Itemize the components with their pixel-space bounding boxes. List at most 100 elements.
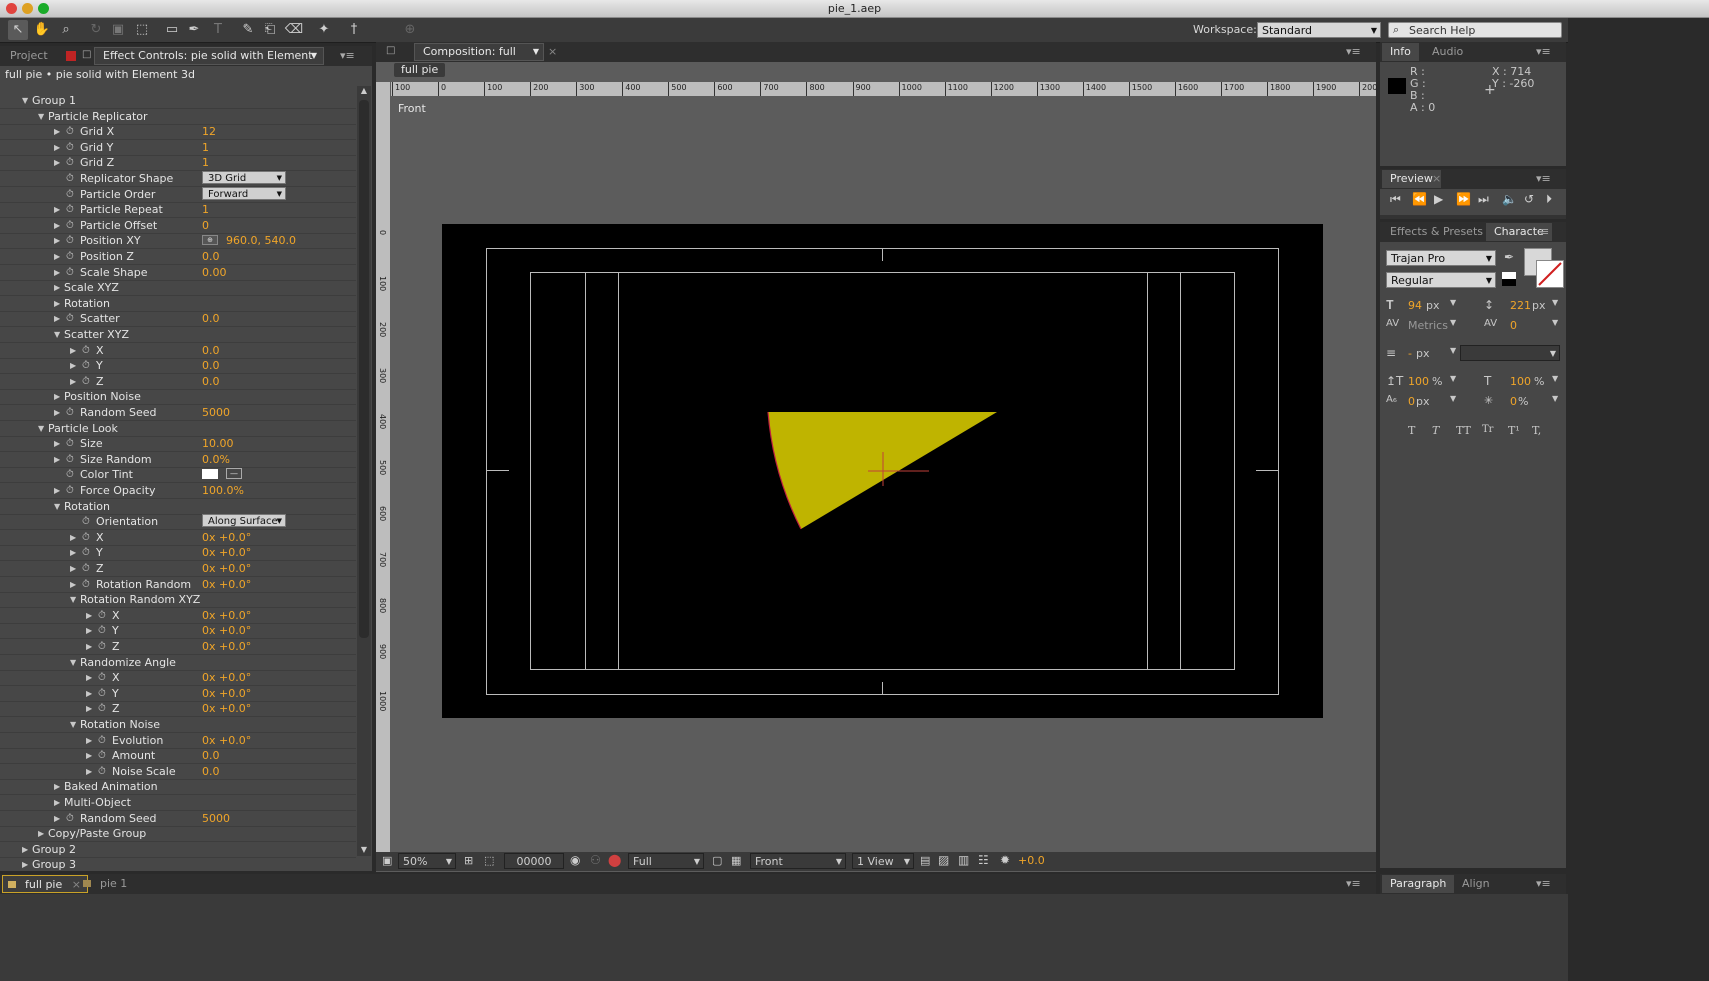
chevron-down-icon[interactable]: ▼ (1552, 394, 1558, 403)
property-value[interactable]: 1 (202, 202, 209, 217)
panel-menu-icon[interactable]: ▾≡ (340, 49, 355, 62)
property-value[interactable]: 0x +0.0° (202, 701, 251, 716)
lock-icon[interactable]: □ (82, 49, 91, 60)
tracking-value[interactable]: 0 (1510, 319, 1517, 332)
property-value[interactable]: 0.00 (202, 265, 227, 280)
property-value[interactable]: 0.0 (202, 249, 220, 264)
close-tab-icon[interactable]: × (548, 45, 557, 58)
property-dropdown[interactable]: Along Surface ▼ (202, 514, 286, 528)
tab-audio[interactable]: Audio (1424, 43, 1471, 61)
effect-property-row[interactable]: ▶ ⏱ X 0x +0.0° (0, 608, 356, 624)
disclosure-closed-icon[interactable]: ▶ (70, 343, 76, 358)
resolution-dropdown[interactable]: Full ▼ (628, 853, 704, 869)
disclosure-closed-icon[interactable]: ▶ (70, 530, 76, 545)
stopwatch-icon[interactable]: ⏱ (82, 577, 90, 592)
stopwatch-icon[interactable]: ⏱ (66, 265, 74, 280)
stopwatch-icon[interactable]: ⏱ (98, 733, 106, 748)
region-of-interest-icon[interactable]: ▢ (712, 854, 722, 867)
stroke-style-dropdown[interactable]: ▼ (1460, 345, 1560, 361)
view-layout-dropdown[interactable]: 1 View ▼ (852, 853, 914, 869)
property-value[interactable]: 0x +0.0° (202, 670, 251, 685)
property-value[interactable]: 0.0 (202, 358, 220, 373)
disclosure-closed-icon[interactable]: ▶ (54, 311, 60, 326)
property-value[interactable]: 0x +0.0° (202, 577, 251, 592)
disclosure-closed-icon[interactable]: ▶ (86, 701, 92, 716)
zoom-tool-icon[interactable]: ⌕ (56, 20, 76, 40)
faux-bold-button[interactable]: T (1408, 424, 1415, 437)
disclosure-closed-icon[interactable]: ▶ (86, 608, 92, 623)
disclosure-closed-icon[interactable]: ▶ (70, 561, 76, 576)
effect-property-row[interactable]: ▶ ⏱ Size Random 0.0% (0, 452, 356, 468)
play-icon[interactable]: ▶ (1434, 192, 1443, 206)
stopwatch-icon[interactable]: ⏱ (66, 452, 74, 467)
chevron-down-icon[interactable]: ▼ (1450, 346, 1456, 355)
stopwatch-icon[interactable]: ⏱ (66, 171, 74, 186)
stopwatch-icon[interactable]: ⏱ (66, 202, 74, 217)
property-value[interactable]: 960.0, 540.0 (226, 233, 296, 248)
font-size-value[interactable]: 94 (1408, 299, 1422, 312)
exposure-reset-icon[interactable]: ✹ (1000, 853, 1010, 867)
leading-value[interactable]: 221 (1510, 299, 1531, 312)
disclosure-closed-icon[interactable]: ▶ (54, 436, 60, 451)
stroke-width-value[interactable]: - (1408, 347, 1412, 360)
pen-tool-icon[interactable]: ✒ (184, 20, 204, 40)
chevron-down-icon[interactable]: ▼ (1450, 318, 1456, 327)
property-value[interactable]: 0 (202, 218, 209, 233)
property-value[interactable]: 0x +0.0° (202, 639, 251, 654)
effect-property-row[interactable]: ▶ ⏱ Force Opacity 100.0% (0, 483, 356, 499)
effect-property-row[interactable]: ▶ ⏱ Grid Y 1 (0, 140, 356, 156)
property-value[interactable]: 0x +0.0° (202, 561, 251, 576)
effect-property-row[interactable]: ▼ Group 1 (0, 93, 356, 109)
baseline-shift-value[interactable]: 0 (1408, 395, 1415, 408)
effect-property-row[interactable]: ▶ ⏱ Position Z 0.0 (0, 249, 356, 265)
effect-property-row[interactable]: ▶ Copy/Paste Group (0, 826, 356, 843)
tab-effect-controls[interactable]: Effect Controls: pie solid with Element … (94, 47, 324, 78)
eraser-tool-icon[interactable]: ⌫ (284, 20, 304, 40)
chevron-down-icon[interactable]: ▼ (1450, 374, 1456, 383)
effect-property-row[interactable]: ▶ ⏱ Size 10.00 (0, 436, 356, 453)
disclosure-open-icon[interactable]: ▼ (38, 421, 44, 436)
disclosure-closed-icon[interactable]: ▶ (54, 265, 60, 280)
effect-property-row[interactable]: ▼ Scatter XYZ (0, 327, 356, 343)
effect-property-row[interactable]: ▶ ⏱ X 0x +0.0° (0, 670, 356, 687)
subscript-button[interactable]: T, (1532, 424, 1541, 437)
property-value[interactable]: 0x +0.0° (202, 623, 251, 638)
roto-brush-tool-icon[interactable]: ✦ (314, 20, 334, 40)
disclosure-closed-icon[interactable]: ▶ (70, 577, 76, 592)
property-value[interactable]: 0.0% (202, 452, 230, 467)
disclosure-closed-icon[interactable]: ▶ (54, 218, 60, 233)
property-value[interactable]: 0x +0.0° (202, 686, 251, 701)
stopwatch-icon[interactable]: ⏱ (98, 686, 106, 701)
stopwatch-icon[interactable]: ⏱ (66, 249, 74, 264)
point-control-icon[interactable]: ⊕ (202, 235, 218, 246)
property-value[interactable]: 0.0 (202, 311, 220, 326)
effect-property-row[interactable]: ▶ Scale XYZ (0, 280, 356, 297)
disclosure-closed-icon[interactable]: ▶ (54, 155, 60, 170)
all-caps-button[interactable]: TT (1456, 424, 1471, 437)
effect-property-row[interactable]: ▼ Rotation Random XYZ (0, 592, 356, 609)
property-value[interactable]: 0.0 (202, 764, 220, 779)
type-tool-icon[interactable]: T (208, 20, 228, 40)
disclosure-closed-icon[interactable]: ▶ (70, 374, 76, 389)
scroll-down-icon[interactable]: ▼ (359, 845, 369, 854)
effect-property-row[interactable]: ▶ Multi-Object (0, 795, 356, 811)
property-value[interactable]: 12 (202, 124, 216, 139)
disclosure-closed-icon[interactable]: ▶ (54, 452, 60, 467)
effect-property-row[interactable]: ▼ Particle Replicator (0, 109, 356, 125)
property-value[interactable]: 10.00 (202, 436, 234, 451)
property-value[interactable]: 0x +0.0° (202, 545, 251, 560)
disclosure-closed-icon[interactable]: ▶ (70, 358, 76, 373)
stopwatch-icon[interactable]: ⏱ (98, 670, 106, 685)
color-tint-swatch[interactable] (202, 469, 218, 480)
disclosure-closed-icon[interactable]: ▶ (86, 639, 92, 654)
hand-tool-icon[interactable]: ✋ (32, 20, 52, 40)
effect-property-row[interactable]: ▶ ⏱ Y 0x +0.0° (0, 686, 356, 702)
stopwatch-icon[interactable]: ⏱ (82, 358, 90, 373)
property-value[interactable]: 5000 (202, 405, 230, 420)
disclosure-closed-icon[interactable]: ▶ (86, 686, 92, 701)
audio-icon[interactable]: 🔈 (1502, 192, 1517, 206)
camera-tool-icon[interactable]: ▣ (108, 20, 128, 40)
disclosure-closed-icon[interactable]: ▶ (22, 842, 28, 857)
stopwatch-icon[interactable]: ⏱ (66, 811, 74, 826)
scrollbar-thumb[interactable] (359, 100, 369, 638)
